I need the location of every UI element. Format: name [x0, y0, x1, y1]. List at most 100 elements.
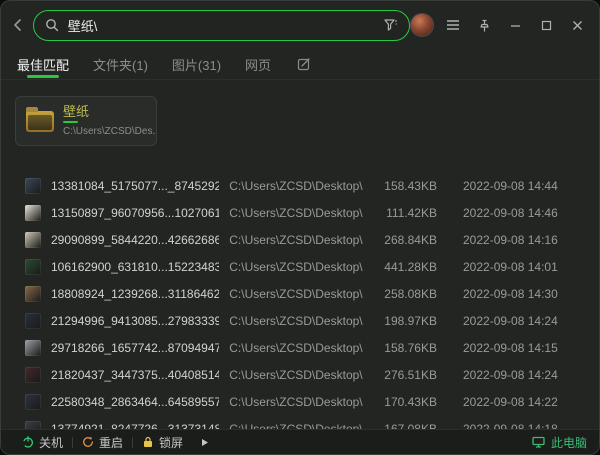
restart-button[interactable]: 重启 — [73, 430, 132, 454]
restart-icon — [82, 436, 94, 448]
file-row[interactable]: 18808924_1239268...3118646272_n.jpg C:\U… — [25, 280, 581, 307]
folder-result-name: 壁纸 — [63, 105, 155, 119]
hamburger-icon — [446, 19, 460, 31]
file-name: 106162900_631810...1522348314_n.jpg — [51, 260, 219, 274]
file-path-prefix: C:\Users\ZCSD\Desktop\ — [229, 287, 362, 301]
search-box[interactable]: 壁纸\ — [33, 10, 410, 41]
file-row[interactable]: 106162900_631810...1522348314_n.jpg C:\U… — [25, 253, 581, 280]
bottombar: 关机 重启 锁屏 此电脑 — [1, 429, 599, 454]
file-thumbnail — [25, 367, 41, 383]
file-path: C:\Users\ZCSD\Desktop\壁纸 — [229, 285, 363, 302]
folder-result-info: 壁纸 C:\Users\ZCSD\Des... — [63, 105, 155, 137]
file-row[interactable]: 21294996_9413085...2798333952_n.jpg C:\U… — [25, 307, 581, 334]
lock-screen-button[interactable]: 锁屏 — [133, 430, 192, 454]
file-thumbnail — [25, 178, 41, 194]
file-row[interactable]: 13381084_5175077..._874529278_n.jpg C:\U… — [25, 172, 581, 199]
minimize-icon — [510, 20, 521, 31]
avatar[interactable] — [410, 13, 434, 37]
file-row[interactable]: 29090899_5844220...4266268672_n.jpg C:\U… — [25, 226, 581, 253]
search-input[interactable]: 壁纸\ — [68, 16, 374, 35]
file-path-prefix: C:\Users\ZCSD\Desktop\ — [229, 233, 362, 247]
titlebar: 壁纸\ — [1, 1, 599, 49]
file-name: 18808924_1239268...3118646272_n.jpg — [51, 287, 219, 301]
file-size: 158.76KB — [373, 341, 437, 355]
file-path: C:\Users\ZCSD\Desktop\壁纸 — [229, 366, 363, 383]
file-path-prefix: C:\Users\ZCSD\Desktop\ — [229, 422, 362, 429]
tab-images[interactable]: 图片(31) — [172, 49, 221, 79]
file-thumbnail — [25, 205, 41, 221]
file-path-prefix: C:\Users\ZCSD\Desktop\ — [229, 260, 362, 274]
file-date: 2022-09-08 14:15 — [463, 341, 581, 355]
folder-result-path: C:\Users\ZCSD\Des... — [63, 126, 155, 137]
lock-label: 锁屏 — [159, 434, 183, 451]
file-path: C:\Users\ZCSD\Desktop\壁纸 — [229, 258, 363, 275]
search-icon — [45, 18, 59, 32]
selection-marker — [63, 121, 78, 123]
compose-icon — [297, 57, 311, 71]
restart-label: 重启 — [99, 434, 123, 451]
file-path-prefix: C:\Users\ZCSD\Desktop\ — [229, 314, 362, 328]
file-path-prefix: C:\Users\ZCSD\Desktop\ — [229, 395, 362, 409]
file-path: C:\Users\ZCSD\Desktop\壁纸 — [229, 204, 363, 221]
file-list: 13381084_5175077..._874529278_n.jpg C:\U… — [1, 168, 599, 429]
file-path: C:\Users\ZCSD\Desktop\壁纸 — [229, 339, 363, 356]
file-path-prefix: C:\Users\ZCSD\Desktop\ — [229, 206, 362, 220]
file-path: C:\Users\ZCSD\Desktop\壁纸 — [229, 231, 363, 248]
filter-icon[interactable] — [383, 18, 398, 32]
edit-tabs-button[interactable] — [297, 49, 311, 79]
file-date: 2022-09-08 14:24 — [463, 314, 581, 328]
file-row[interactable]: 13774921_8247726...313731480_n.jpg C:\Us… — [25, 415, 581, 429]
file-row[interactable]: 29718266_1657742...8709494784_n.jpg C:\U… — [25, 334, 581, 361]
file-path: C:\Users\ZCSD\Desktop\壁纸 — [229, 177, 363, 194]
tab-folders[interactable]: 文件夹(1) — [93, 49, 148, 79]
folder-result-card[interactable]: 壁纸 C:\Users\ZCSD\Des... — [15, 96, 157, 146]
file-thumbnail — [25, 313, 41, 329]
tabbar: 最佳匹配 文件夹(1) 图片(31) 网页 — [1, 49, 599, 80]
file-size: 441.28KB — [373, 260, 437, 274]
power-icon — [22, 436, 34, 448]
this-pc-label: 此电脑 — [551, 434, 587, 451]
tab-web[interactable]: 网页 — [245, 49, 271, 79]
maximize-button[interactable] — [534, 13, 558, 37]
file-path: C:\Users\ZCSD\Desktop\壁纸 — [229, 420, 363, 429]
file-row[interactable]: 22580348_2863464...6458955776_n.jpg C:\U… — [25, 388, 581, 415]
file-thumbnail — [25, 421, 41, 430]
chevron-left-icon — [11, 18, 25, 32]
file-thumbnail — [25, 232, 41, 248]
close-icon — [572, 20, 583, 31]
file-row[interactable]: 21820437_3447375...4040851456_n.jpg C:\U… — [25, 361, 581, 388]
file-thumbnail — [25, 259, 41, 275]
expand-actions-button[interactable] — [192, 430, 218, 454]
file-size: 167.08KB — [373, 422, 437, 430]
file-name: 29090899_5844220...4266268672_n.jpg — [51, 233, 219, 247]
maximize-icon — [541, 20, 552, 31]
file-name: 13150897_96070956...1027061433_n.jpg — [51, 206, 219, 220]
close-button[interactable] — [565, 13, 589, 37]
this-pc-button[interactable]: 此电脑 — [532, 434, 587, 451]
menu-button[interactable] — [441, 13, 465, 37]
file-thumbnail — [25, 394, 41, 410]
minimize-button[interactable] — [503, 13, 527, 37]
shutdown-button[interactable]: 关机 — [13, 430, 72, 454]
play-icon — [201, 438, 209, 447]
tab-best-match[interactable]: 最佳匹配 — [17, 49, 69, 79]
file-row[interactable]: 13150897_96070956...1027061433_n.jpg C:\… — [25, 199, 581, 226]
titlebar-controls — [410, 13, 589, 37]
file-name: 21294996_9413085...2798333952_n.jpg — [51, 314, 219, 328]
file-date: 2022-09-08 14:30 — [463, 287, 581, 301]
file-date: 2022-09-08 14:16 — [463, 233, 581, 247]
shutdown-label: 关机 — [39, 434, 63, 451]
back-button[interactable] — [7, 13, 29, 37]
file-size: 276.51KB — [373, 368, 437, 382]
file-path-prefix: C:\Users\ZCSD\Desktop\ — [229, 341, 362, 355]
pin-button[interactable] — [472, 13, 496, 37]
lock-icon — [142, 436, 154, 448]
file-name: 21820437_3447375...4040851456_n.jpg — [51, 368, 219, 382]
folder-icon — [26, 111, 54, 132]
file-size: 158.43KB — [373, 179, 437, 193]
pin-icon — [478, 19, 491, 32]
file-path-prefix: C:\Users\ZCSD\Desktop\ — [229, 179, 362, 193]
app-window: 壁纸\ — [0, 0, 600, 455]
file-name: 29718266_1657742...8709494784_n.jpg — [51, 341, 219, 355]
file-date: 2022-09-08 14:24 — [463, 368, 581, 382]
